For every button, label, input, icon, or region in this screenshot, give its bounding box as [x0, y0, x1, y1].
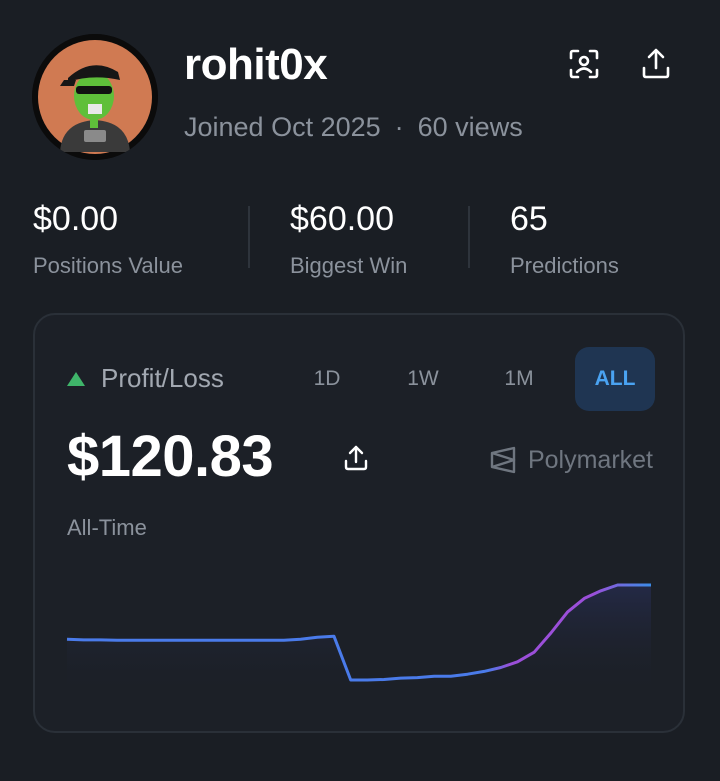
stat-biggest-win: $60.00 Biggest Win	[290, 200, 407, 279]
share-button[interactable]	[634, 42, 678, 86]
stat-divider	[468, 206, 470, 268]
stat-label: Predictions	[510, 253, 619, 278]
stat-positions-value: $0.00 Positions Value	[33, 200, 183, 279]
pl-header: Profit/Loss	[67, 363, 224, 394]
stat-label: Biggest Win	[290, 253, 408, 278]
meta-separator: ·	[394, 112, 404, 142]
username: rohit0x	[184, 40, 328, 89]
joined-date: Joined Oct 2025	[184, 112, 381, 142]
face-scan-button[interactable]	[562, 42, 606, 86]
pl-label: Profit/Loss	[101, 363, 224, 393]
stat-value: 65	[510, 200, 548, 238]
stat-divider	[248, 206, 250, 268]
tab-1w[interactable]: 1W	[393, 347, 453, 411]
profit-loss-card: Profit/Loss 1D 1W 1M ALL $120.83 Polymar…	[33, 313, 685, 733]
stat-value: $0.00	[33, 200, 119, 238]
polymarket-logo-icon	[490, 446, 516, 474]
tab-1m[interactable]: 1M	[489, 347, 549, 411]
brand-label: Polymarket	[527, 445, 653, 474]
skull-avatar-icon	[32, 34, 158, 160]
pnl-amount: $120.83	[67, 424, 274, 489]
stat-label: Positions Value	[33, 253, 184, 278]
tab-all[interactable]: ALL	[575, 347, 655, 411]
view-count: 60 views	[417, 112, 523, 142]
avatar[interactable]	[32, 34, 158, 160]
pnl-chart	[66, 583, 651, 695]
profile-meta: Joined Oct 2025 · 60 views	[184, 112, 523, 143]
face-scan-icon	[569, 49, 599, 79]
tab-1d[interactable]: 1D	[297, 347, 357, 411]
share-icon	[642, 48, 670, 79]
period-label: All-Time	[67, 515, 147, 540]
stat-predictions: 65 Predictions	[510, 200, 619, 279]
polymarket-brand: Polymarket	[488, 445, 653, 475]
stat-value: $60.00	[290, 200, 394, 238]
trend-up-icon	[67, 371, 85, 386]
share-pnl-icon[interactable]	[341, 443, 371, 473]
